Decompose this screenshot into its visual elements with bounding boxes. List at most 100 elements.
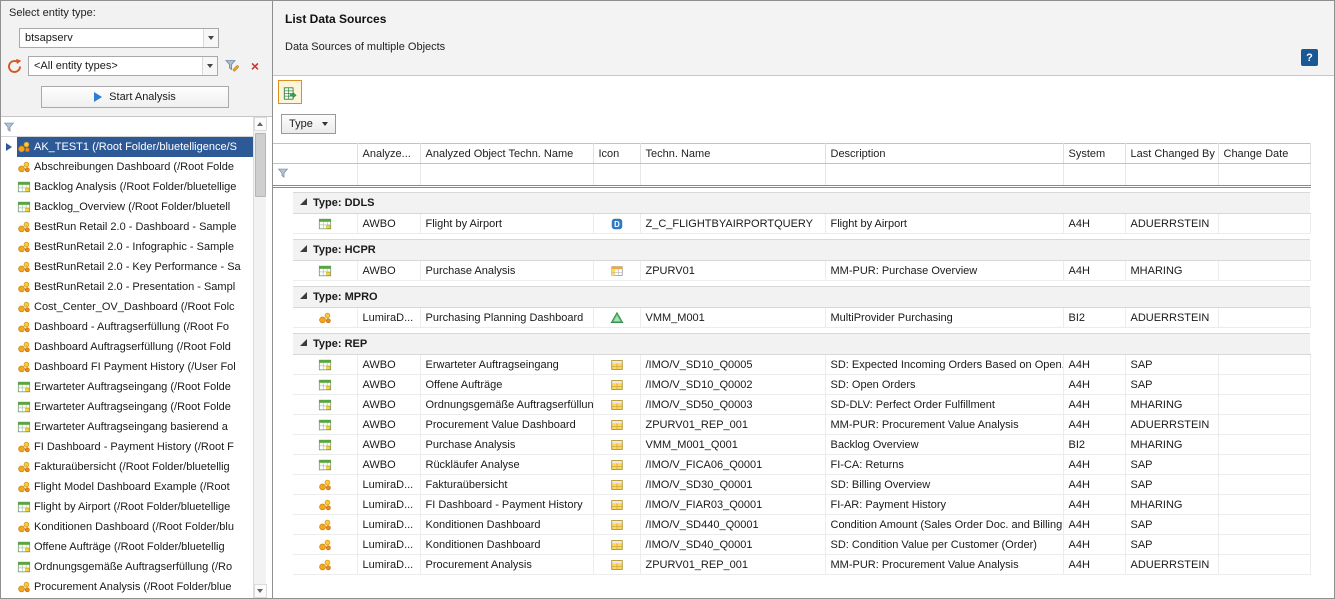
group-row[interactable]: Type: MPRO	[273, 287, 1310, 308]
filter-cell[interactable]	[420, 164, 593, 187]
refresh-icon[interactable]	[5, 57, 23, 75]
list-item-label: Ordnungsgemäße Auftragserfüllung (/Ro	[34, 561, 232, 573]
filter-cell[interactable]	[293, 164, 357, 187]
server-dropdown[interactable]: btsapserv	[19, 28, 219, 48]
cell-description: FI-AR: Payment History	[825, 495, 1063, 515]
table-row[interactable]: AWBOOrdnungsgemäße Auftragserfüllung/IMO…	[273, 395, 1310, 415]
column-header-system[interactable]: System	[1063, 144, 1125, 164]
cell-last-changed-by: MHARING	[1125, 495, 1218, 515]
column-header-analyze[interactable]: Analyze...	[357, 144, 420, 164]
list-item-label: Erwarteter Auftragseingang basierend a	[34, 421, 228, 433]
scrollbar-thumb[interactable]	[255, 133, 266, 197]
group-header-cell[interactable]: Type: DDLS	[293, 193, 1310, 214]
filter-cell[interactable]	[825, 164, 1063, 187]
scroll-up-button[interactable]	[254, 117, 267, 131]
collapse-group-icon[interactable]	[300, 198, 307, 205]
workbook-icon	[17, 560, 31, 574]
list-item[interactable]: Fakturaübersicht (/Root Folder/bluetelli…	[1, 457, 253, 477]
group-header-cell[interactable]: Type: REP	[293, 334, 1310, 355]
list-item-label: Backlog Analysis (/Root Folder/bluetelli…	[34, 181, 236, 193]
table-row[interactable]: AWBOPurchase AnalysisZPURV01MM-PUR: Purc…	[273, 261, 1310, 281]
rep-icon	[610, 358, 624, 372]
list-item[interactable]: Flight by Airport (/Root Folder/bluetell…	[1, 497, 253, 517]
export-to-excel-button[interactable]	[278, 80, 302, 104]
collapse-group-icon[interactable]	[300, 245, 307, 252]
collapse-group-icon[interactable]	[300, 339, 307, 346]
group-by-type-chip[interactable]: Type	[281, 114, 336, 134]
filter-cell[interactable]	[1218, 164, 1310, 187]
data-grid: Analyze... Analyzed Object Techn. Name I…	[273, 143, 1334, 598]
column-header-object-name[interactable]: Analyzed Object Techn. Name	[420, 144, 593, 164]
group-row[interactable]: Type: REP	[273, 334, 1310, 355]
help-button[interactable]: ?	[1301, 49, 1318, 66]
table-row[interactable]: LumiraD...Procurement AnalysisZPURV01_RE…	[273, 555, 1310, 575]
cell-object-name: Purchase Analysis	[420, 261, 593, 281]
list-item[interactable]: Procurement Analysis (/Root Folder/blue	[1, 577, 253, 597]
clear-filter-icon[interactable]: ×	[246, 57, 264, 75]
list-item[interactable]: Offene Aufträge (/Root Folder/bluetellig	[1, 537, 253, 557]
table-row[interactable]: AWBOPurchase AnalysisVMM_M001_Q001Backlo…	[273, 435, 1310, 455]
table-row[interactable]: LumiraD...Fakturaübersicht/IMO/V_SD30_Q0…	[273, 475, 1310, 495]
group-header-cell[interactable]: Type: MPRO	[293, 287, 1310, 308]
column-header-description[interactable]: Description	[825, 144, 1063, 164]
list-item[interactable]: BestRunRetail 2.0 - Infographic - Sample	[1, 237, 253, 257]
column-header-techn-name[interactable]: Techn. Name	[640, 144, 825, 164]
list-filter-row[interactable]	[1, 117, 253, 137]
cell-last-changed-by: ADUERRSTEIN	[1125, 415, 1218, 435]
table-row[interactable]: LumiraD...Konditionen Dashboard/IMO/V_SD…	[273, 515, 1310, 535]
table-row[interactable]: AWBOFlight by AirportDZ_C_FLIGHTBYAIRPOR…	[273, 214, 1310, 234]
column-header-change-date[interactable]: Change Date	[1218, 144, 1310, 164]
collapse-group-icon[interactable]	[300, 292, 307, 299]
list-item[interactable]: Ordnungsgemäße Auftragserfüllung (/Ro	[1, 557, 253, 577]
list-item[interactable]: BestRunRetail 2.0 - Key Performance - Sa	[1, 257, 253, 277]
cell-last-changed-by: ADUERRSTEIN	[1125, 308, 1218, 328]
server-dropdown-button[interactable]	[203, 29, 218, 47]
scroll-down-button[interactable]	[254, 584, 267, 598]
filter-cell[interactable]	[357, 164, 420, 187]
cell-techn-name: ZPURV01_REP_001	[640, 415, 825, 435]
list-item[interactable]: Cost_Center_OV_Dashboard (/Root Folc	[1, 297, 253, 317]
list-item[interactable]: Backlog_Overview (/Root Folder/bluetell	[1, 197, 253, 217]
object-type-icon-cell	[293, 535, 357, 555]
group-row[interactable]: Type: HCPR	[273, 240, 1310, 261]
list-item-label: Konditionen Dashboard (/Root Folder/blu	[34, 521, 234, 533]
list-item[interactable]: Dashboard Auftragserfüllung (/Root Fold	[1, 337, 253, 357]
filter-cell[interactable]	[593, 164, 640, 187]
list-item[interactable]: Backlog Analysis (/Root Folder/bluetelli…	[1, 177, 253, 197]
edit-filter-icon[interactable]	[223, 57, 241, 75]
list-item[interactable]: Dashboard - Auftragserfüllung (/Root Fo	[1, 317, 253, 337]
list-item[interactable]: Abschreibungen Dashboard (/Root Folde	[1, 157, 253, 177]
table-row[interactable]: LumiraD...Purchasing Planning DashboardV…	[273, 308, 1310, 328]
table-row[interactable]: AWBOProcurement Value DashboardZPURV01_R…	[273, 415, 1310, 435]
filter-cell[interactable]	[640, 164, 825, 187]
list-item[interactable]: Erwarteter Auftragseingang (/Root Folde	[1, 397, 253, 417]
list-scrollbar[interactable]	[253, 117, 266, 598]
list-item[interactable]: Erwarteter Auftragseingang (/Root Folde	[1, 377, 253, 397]
list-item[interactable]: AK_TEST1 (/Root Folder/bluetelligence/S	[1, 137, 253, 157]
grid-filter-row	[273, 164, 1310, 187]
table-row[interactable]: AWBOOffene Aufträge/IMO/V_SD10_Q0002SD: …	[273, 375, 1310, 395]
list-item[interactable]: Erwarteter Auftragseingang basierend a	[1, 417, 253, 437]
table-row[interactable]: AWBORückläufer Analyse/IMO/V_FICA06_Q000…	[273, 455, 1310, 475]
group-row[interactable]: Type: DDLS	[273, 193, 1310, 214]
start-analysis-button[interactable]: Start Analysis	[41, 86, 229, 108]
list-item[interactable]: Konditionen Dashboard (/Root Folder/blu	[1, 517, 253, 537]
group-label: Type: REP	[313, 338, 367, 350]
table-row[interactable]: LumiraD...FI Dashboard - Payment History…	[273, 495, 1310, 515]
list-item[interactable]: Flight Model Dashboard Example (/Root	[1, 477, 253, 497]
table-row[interactable]: LumiraD...Konditionen Dashboard/IMO/V_SD…	[273, 535, 1310, 555]
column-header-icon[interactable]: Icon	[593, 144, 640, 164]
filter-cell[interactable]	[1063, 164, 1125, 187]
entity-type-dropdown-button[interactable]	[202, 57, 217, 75]
column-header-type-icon[interactable]	[293, 144, 357, 164]
entity-type-dropdown[interactable]: <All entity types>	[28, 56, 218, 76]
group-header-cell[interactable]: Type: HCPR	[293, 240, 1310, 261]
filter-cell[interactable]	[1125, 164, 1218, 187]
table-row[interactable]: AWBOErwarteter Auftragseingang/IMO/V_SD1…	[273, 355, 1310, 375]
list-item[interactable]: BestRunRetail 2.0 - Presentation - Sampl	[1, 277, 253, 297]
list-item[interactable]: FI Dashboard - Payment History (/Root F	[1, 437, 253, 457]
app-window: Select entity type: btsapserv <All entit…	[0, 0, 1335, 599]
list-item[interactable]: Dashboard FI Payment History (/User Fol	[1, 357, 253, 377]
column-header-last-changed-by[interactable]: Last Changed By	[1125, 144, 1218, 164]
list-item[interactable]: BestRun Retail 2.0 - Dashboard - Sample	[1, 217, 253, 237]
